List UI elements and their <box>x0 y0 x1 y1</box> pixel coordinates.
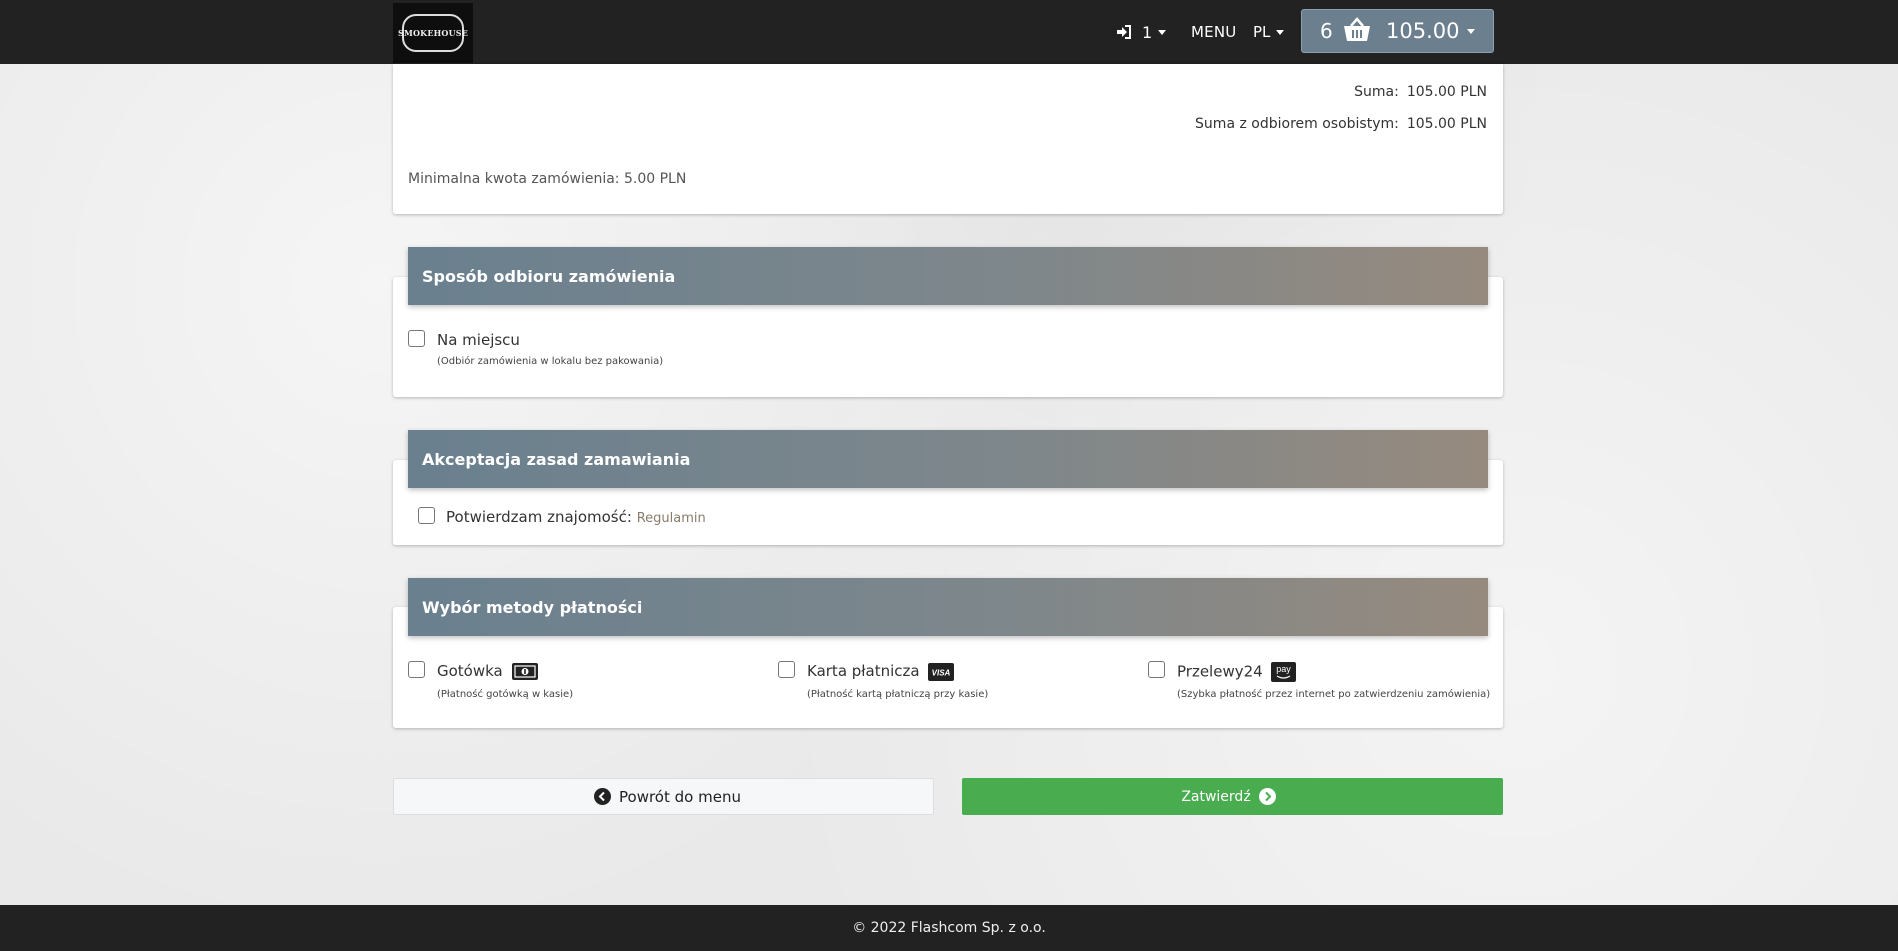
smokehouse-logo[interactable]: SMOKEHOUSE <box>393 3 473 63</box>
logo-badge: SMOKEHOUSE <box>398 14 468 52</box>
pickup-sum-value: 105.00 PLN <box>1406 116 1487 132</box>
cart-item-count: 6 <box>1320 19 1333 43</box>
back-to-menu-button[interactable]: Powrót do menu <box>393 778 934 815</box>
language-label: PL <box>1253 23 1271 41</box>
pickup-on-site-label: Na miejscu <box>437 331 520 349</box>
payment-card-desc: (Płatność kartą płatniczą przy kasie) <box>807 689 989 700</box>
chevron-down-icon <box>1158 29 1167 35</box>
confirm-order-label: Zatwierdź <box>1181 788 1251 805</box>
terms-confirm-text: Potwierdzam znajomość: <box>446 508 632 526</box>
terms-checkbox[interactable] <box>418 507 435 524</box>
menu-link[interactable]: MENU <box>1191 0 1236 64</box>
cash-icon <box>511 663 538 680</box>
pickup-on-site-checkbox[interactable] <box>408 330 425 347</box>
payment-cash-text: Gotówka <box>437 662 503 680</box>
payment-card-checkbox[interactable] <box>778 661 795 678</box>
payment-cash-label: Gotówka <box>437 662 538 680</box>
cart-total: 105.00 <box>1386 19 1460 43</box>
payment-przelewy24-checkbox[interactable] <box>1148 661 1165 678</box>
terms-label: Potwierdzam znajomość: Regulamin <box>446 508 706 526</box>
payment-przelewy24-label: Przelewy24 pay <box>1177 662 1297 682</box>
pickup-sum-row: Suma z odbiorem osobistym: 105.00 PLN <box>1195 116 1487 132</box>
sign-in-icon <box>1117 25 1131 39</box>
arrow-circle-left-icon <box>594 788 612 805</box>
sum-row: Suma: 105.00 PLN <box>1354 84 1487 100</box>
payment-card-text: Karta płatnicza <box>807 662 920 680</box>
order-summary-card: Suma: 105.00 PLN Suma z odbiorem osobisty… <box>393 64 1503 214</box>
sum-value: 105.00 PLN <box>1406 84 1487 100</box>
logo-text: SMOKEHOUSE <box>397 28 469 38</box>
payment-przelewy24-text: Przelewy24 <box>1177 662 1263 681</box>
pay-icon: pay <box>1271 662 1297 682</box>
sum-label: Suma: <box>1354 84 1399 100</box>
footer-copyright: © 2022 Flashcom Sp. z o.o. <box>852 920 1046 936</box>
terms-section-header: Akceptacja zasad zamawiania <box>408 430 1488 488</box>
pay-icon-text: pay <box>1277 664 1292 674</box>
payment-cash-checkbox[interactable] <box>408 661 425 678</box>
confirm-order-button[interactable]: Zatwierdź <box>962 778 1503 815</box>
payment-cash-desc: (Płatność gotówką w kasie) <box>437 689 574 700</box>
visa-icon: VISA <box>928 662 955 681</box>
pickup-on-site-desc: (Odbiór zamówienia w lokalu bez pakowani… <box>437 356 664 367</box>
minimal-order-amount: Minimalna kwota zamówienia: 5.00 PLN <box>408 171 687 187</box>
pickup-sum-label: Suma z odbiorem osobistym: <box>1195 116 1399 132</box>
terms-regulations-link[interactable]: Regulamin <box>637 511 706 526</box>
top-navbar: SMOKEHOUSE 1 MENU PL 6 105.00 <box>0 0 1898 64</box>
chevron-down-icon <box>1467 28 1475 34</box>
pickup-section-header: Sposób odbioru zamówienia <box>408 247 1488 305</box>
payment-section-header: Wybór metody płatności <box>408 578 1488 636</box>
payment-card-label: Karta płatnicza VISA <box>807 662 955 681</box>
back-to-menu-label: Powrót do menu <box>619 787 741 806</box>
chevron-down-icon <box>1276 29 1285 35</box>
login-dropdown[interactable]: 1 <box>1116 0 1167 64</box>
arrow-circle-right-icon <box>1258 788 1276 805</box>
cart-button[interactable]: 6 105.00 <box>1301 9 1494 53</box>
login-count: 1 <box>1142 22 1153 42</box>
payment-przelewy24-desc: (Szybka płatność przez internet po zatwi… <box>1177 689 1491 700</box>
visa-icon-text: VISA <box>932 668 951 677</box>
language-dropdown[interactable]: PL <box>1253 0 1285 64</box>
basket-icon <box>1344 17 1370 41</box>
page-footer: © 2022 Flashcom Sp. z o.o. <box>0 905 1898 951</box>
